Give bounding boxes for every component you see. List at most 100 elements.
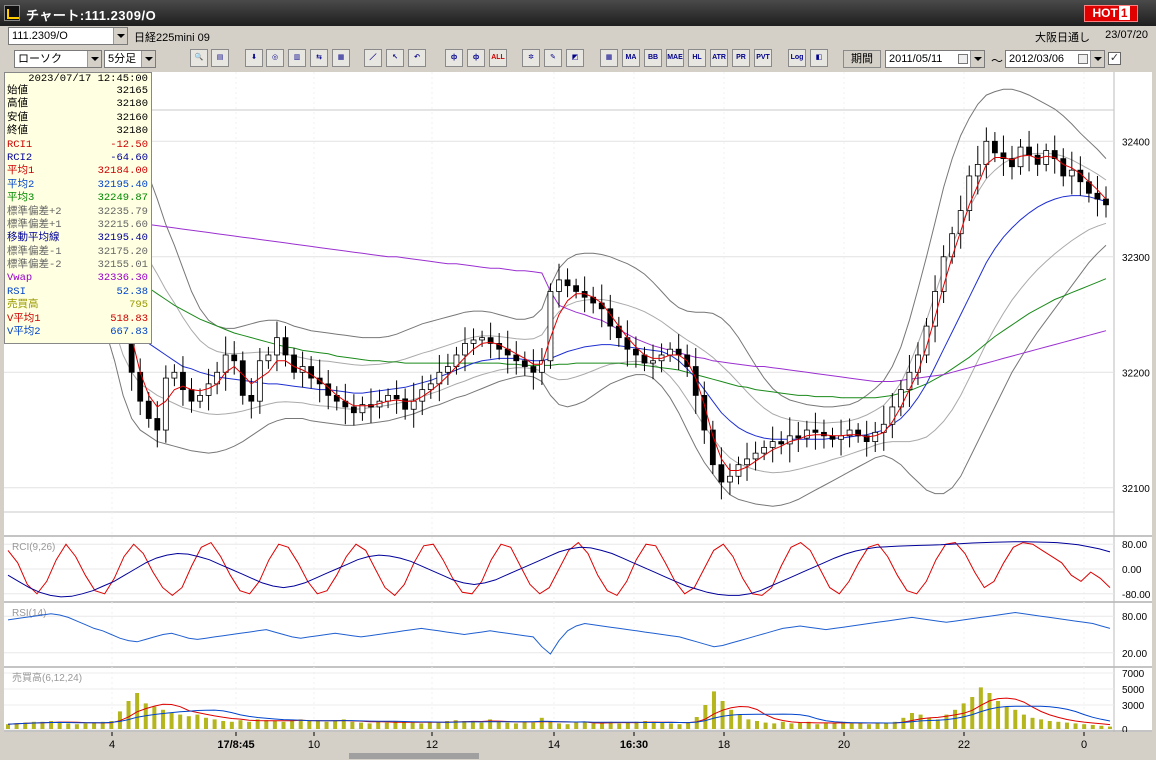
volume-bar <box>935 719 940 729</box>
volume-bar <box>496 721 501 729</box>
info-value: 52.38 <box>116 285 148 298</box>
candle-body <box>256 360 263 402</box>
volume-bar <box>513 723 518 729</box>
info-row: V平均1 518.83 <box>5 313 151 326</box>
chevron-down-icon[interactable] <box>1090 51 1104 67</box>
y-tick-label: 5000 <box>1122 685 1145 696</box>
volume-bar <box>548 721 553 729</box>
mae-icon[interactable]: MAE <box>666 49 684 67</box>
hl-icon[interactable]: HL <box>688 49 706 67</box>
candle-body <box>564 279 571 287</box>
data-window: 2023/07/17 12:45:00 始値 32165 高値 32180 安値 3216… <box>4 72 152 344</box>
info-value: 667.83 <box>110 326 148 339</box>
info-label: 平均2 <box>7 178 35 191</box>
info-label: RCI2 <box>7 151 33 164</box>
wrench-icon[interactable]: ✎ <box>544 49 562 67</box>
calendar-icon[interactable] <box>1078 54 1088 64</box>
period-checkbox[interactable]: ✓ <box>1108 52 1121 65</box>
candle-body <box>470 339 477 344</box>
info-row: Vwap 32336.30 <box>5 272 151 285</box>
candle-body <box>145 400 152 419</box>
from-date-input[interactable]: 2011/05/11 <box>885 50 985 68</box>
split-icon[interactable]: ◧ <box>810 49 828 67</box>
volume-bar <box>815 724 820 729</box>
candle-body <box>1060 158 1067 177</box>
candle-body <box>761 446 768 454</box>
chart-canvas[interactable]: 32400 32300 32200 32100 80.00 0.00 -80.00 RCI(9… <box>4 72 1152 760</box>
gear-icon[interactable]: ✲ <box>522 49 540 67</box>
volume-bar <box>169 713 174 729</box>
window-titlebar: チャート:111.2309/O HOT 1 <box>0 0 1156 26</box>
volume-bar <box>66 723 71 729</box>
to-date-value: 2012/03/06 <box>1009 53 1065 65</box>
candle-body <box>675 348 682 356</box>
pvt-icon[interactable]: PVT <box>754 49 772 67</box>
to-date-input[interactable]: 2012/03/06 <box>1005 50 1105 68</box>
candle-body <box>539 360 545 373</box>
candle-body <box>974 164 981 177</box>
period-button[interactable]: 期間 <box>843 50 881 68</box>
symbol-code: 111.2309/O <box>12 30 68 42</box>
memo-icon[interactable]: ▦ <box>332 49 350 67</box>
chart-type-select[interactable]: ローソク <box>14 50 102 68</box>
log-icon[interactable]: Log <box>788 49 806 67</box>
chevron-down-icon[interactable] <box>87 51 101 67</box>
volume-bar <box>307 721 312 729</box>
candle-body <box>530 366 537 373</box>
candle-body <box>282 337 289 356</box>
volume-bar <box>617 723 622 729</box>
volume-bar <box>384 722 389 729</box>
view-icon[interactable]: ◎ <box>266 49 284 67</box>
candle-2-icon[interactable]: ф <box>467 49 485 67</box>
candle-body <box>479 337 485 341</box>
bb-icon[interactable]: BB <box>644 49 662 67</box>
pr-icon[interactable]: PR <box>732 49 750 67</box>
info-label: 高値 <box>7 98 28 111</box>
all-icon[interactable]: ALL <box>489 49 507 67</box>
volume-bar <box>591 723 596 729</box>
toolbar: ローソク 5分足 🔍 ▤ ⬇ ◎ ▥ ⇆ ▦ ／ ↖ ↶ ф ф ALL ✲ ✎ ◩ ▦ MA BB MAE HL ATR… <box>0 46 1156 71</box>
info-row: RSI 52.38 <box>5 286 151 299</box>
interval-select[interactable]: 5分足 <box>104 50 156 68</box>
candle-body <box>1068 169 1075 177</box>
line-draw-icon[interactable]: ／ <box>364 49 382 67</box>
compare-icon[interactable]: ⇆ <box>310 49 328 67</box>
info-label: 標準偏差+2 <box>7 205 62 218</box>
volume-bar <box>1073 723 1078 729</box>
volume-bar <box>600 722 605 729</box>
color-icon[interactable]: ◩ <box>566 49 584 67</box>
ma-icon[interactable]: MA <box>622 49 640 67</box>
symbol-select[interactable]: 111.2309/O <box>8 27 128 45</box>
rsi-line <box>7 611 1111 655</box>
info-row: RCI1 -12.50 <box>5 139 151 152</box>
candle-1-icon[interactable]: ф <box>445 49 463 67</box>
chevron-down-icon[interactable] <box>970 51 984 67</box>
back-icon[interactable]: ↶ <box>408 49 426 67</box>
chevron-down-icon[interactable] <box>141 51 155 67</box>
chevron-down-icon[interactable] <box>113 28 127 44</box>
symbol-name: 日経225mini 09 <box>134 32 210 44</box>
info-row: 標準偏差-1 32175.20 <box>5 246 151 259</box>
bar-chart-icon[interactable]: ▥ <box>288 49 306 67</box>
candle-body <box>248 394 255 402</box>
calendar-icon[interactable] <box>958 54 968 64</box>
cursor-icon[interactable]: ↖ <box>386 49 404 67</box>
x-tick-label: 22 <box>958 739 970 751</box>
volume-bar <box>970 697 975 729</box>
volume-bar <box>238 720 243 729</box>
candle-body <box>795 435 802 439</box>
volume-bar <box>858 722 863 729</box>
grid-icon[interactable]: ▦ <box>600 49 618 67</box>
download-icon[interactable]: ⬇ <box>245 49 263 67</box>
candle-body <box>171 371 178 379</box>
volume-bar <box>367 723 372 729</box>
volume-bar <box>1099 725 1104 729</box>
zoom-icon[interactable]: 🔍 <box>190 49 208 67</box>
layout-icon[interactable]: ▤ <box>211 49 229 67</box>
candle-body <box>265 354 272 362</box>
hot-button[interactable]: HOT 1 <box>1084 5 1138 22</box>
atr-icon[interactable]: ATR <box>710 49 728 67</box>
chart-area[interactable]: 32400 32300 32200 32100 80.00 0.00 -80.00 RCI(9… <box>4 72 1152 760</box>
volume-bar <box>290 720 295 729</box>
rci-panel-title: RCI(9,26) <box>12 542 55 553</box>
